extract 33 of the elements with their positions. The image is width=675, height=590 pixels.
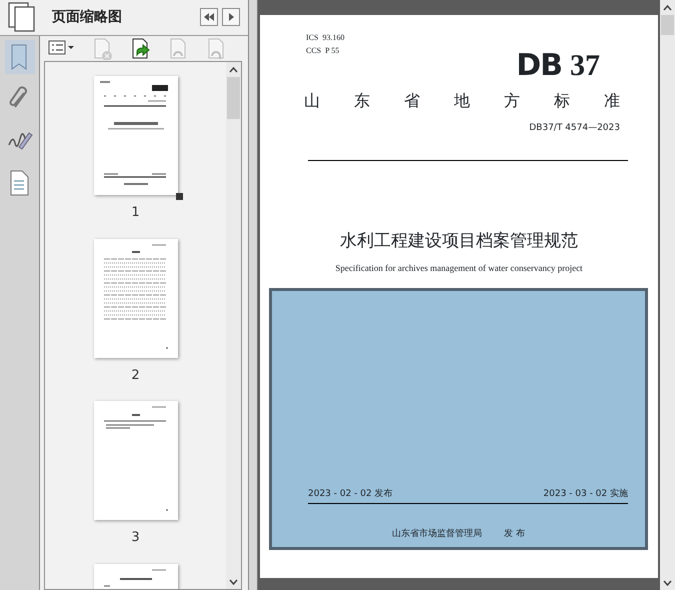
document-subtitle: Specification for archives management of water conservancy project [334, 262, 584, 275]
page-number: 3 [131, 529, 140, 548]
standard-category: 山东省地方标准 [303, 90, 655, 112]
collapse-button[interactable] [200, 8, 218, 26]
logo-number: 37 [570, 51, 600, 81]
code-value: P 55 [325, 45, 340, 57]
expand-button[interactable] [222, 8, 240, 26]
page-thumbnail[interactable] [94, 76, 178, 196]
panel-title: 页面缩略图 [52, 8, 123, 27]
panel-splitter[interactable] [248, 0, 258, 590]
document-title: 水利工程建设项目档案管理规范 [339, 230, 579, 252]
right-arrow-icon [227, 12, 235, 22]
page-thumbnail[interactable] [94, 401, 178, 520]
code-label: ICS [306, 32, 318, 44]
delete-page-icon [92, 38, 114, 60]
double-left-icon [203, 12, 215, 22]
page-number: 1 [131, 204, 140, 222]
zoom-handle[interactable] [176, 193, 182, 200]
issue-date: 2023 - 02 - 02 发布 [308, 488, 393, 500]
code-label: CCS [306, 45, 322, 57]
publisher: 山东省市场监督管理局 [392, 528, 482, 541]
publish-word: 发 布 [504, 528, 525, 541]
page-number: 2 [131, 366, 140, 385]
standard-number: DB37/T 4574—2023 [528, 122, 621, 135]
scrollbar-thumb[interactable] [227, 77, 240, 120]
code-value: 93.160 [322, 32, 344, 44]
effective-date: 2023 - 03 - 02 实施 [543, 488, 628, 500]
insert-button[interactable] [130, 36, 152, 61]
logo-prefix: DB [516, 51, 562, 81]
scrollbar-thumb[interactable] [661, 15, 674, 35]
pages-icon[interactable] [8, 2, 36, 32]
insert-page-icon [130, 38, 152, 60]
page-thumbnail[interactable] [94, 238, 178, 358]
